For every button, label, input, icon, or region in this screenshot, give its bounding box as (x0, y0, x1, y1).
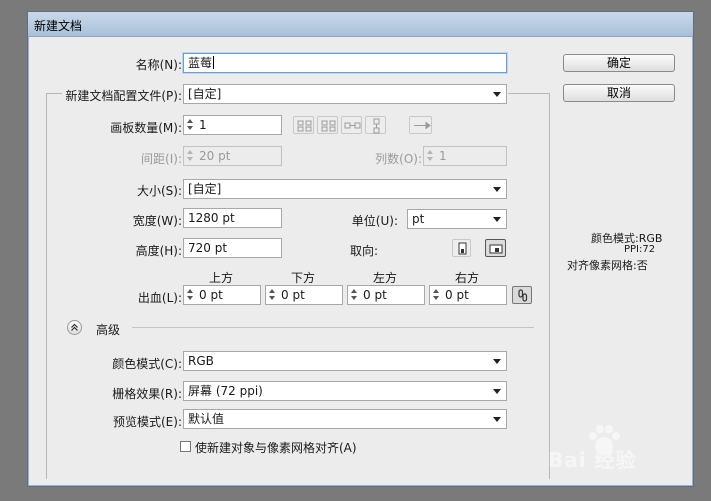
align-pixel-grid-checkbox[interactable] (180, 441, 191, 452)
width-input[interactable]: 1280 pt (183, 208, 282, 228)
raster-effects-select[interactable]: 屏幕 (72 ppi) (183, 381, 507, 401)
bleed-right-input[interactable]: 0 pt (429, 285, 507, 305)
columns-label: 列数(O): (375, 152, 422, 166)
spinner-icon[interactable] (186, 116, 196, 134)
height-value: 720 pt (188, 241, 228, 255)
bleed-top-value: 0 pt (199, 288, 223, 302)
preview-mode-select[interactable]: 默认值 (183, 409, 507, 429)
spacing-input[interactable]: 20 pt (183, 146, 282, 166)
columns-value: 1 (439, 149, 447, 163)
collapse-advanced-icon[interactable] (67, 320, 82, 335)
info-align-grid: 对齐像素网格:否 (567, 259, 648, 272)
portrait-icon[interactable] (452, 239, 471, 257)
size-value: [自定] (188, 182, 222, 196)
chevron-down-icon (493, 359, 501, 364)
grid-by-row-icon[interactable] (293, 116, 314, 134)
color-mode-value: RGB (188, 354, 214, 368)
height-label: 高度(H): (135, 244, 182, 258)
spinner-icon[interactable] (268, 286, 278, 304)
chevron-down-icon (493, 417, 501, 422)
height-input[interactable]: 720 pt (183, 238, 282, 258)
bleed-top-input[interactable]: 0 pt (183, 285, 261, 305)
name-label: 名称(N): (135, 58, 182, 72)
align-pixel-grid-label: 使新建对象与像素网格对齐(A) (195, 441, 357, 455)
artboards-label: 画板数量(M): (110, 121, 182, 135)
arrange-by-column-icon[interactable] (365, 116, 386, 134)
chevron-down-icon (493, 92, 501, 97)
bleed-right-label: 右方 (455, 271, 480, 285)
advanced-label: 高级 (96, 323, 121, 337)
window-title: 新建文档 (34, 19, 83, 33)
chevron-down-icon (493, 217, 501, 222)
spinner-icon[interactable] (186, 147, 196, 165)
profile-select[interactable]: [自定] (183, 84, 507, 104)
name-input[interactable]: 蓝莓 (183, 53, 507, 73)
size-select[interactable]: [自定] (183, 179, 507, 199)
spinner-icon[interactable] (350, 286, 360, 304)
orientation-label: 取向: (350, 244, 379, 258)
cancel-button[interactable]: 取消 (563, 84, 675, 102)
info-ppi: PPI:72 (624, 244, 656, 255)
bleed-bottom-input[interactable]: 0 pt (265, 285, 343, 305)
bleed-bottom-label: 下方 (291, 271, 316, 285)
artboards-input[interactable]: 1 (183, 115, 282, 135)
profile-label: 新建文档配置文件(P): (65, 89, 182, 103)
units-select[interactable]: pt (407, 209, 507, 229)
spinner-icon[interactable] (186, 286, 196, 304)
width-value: 1280 pt (188, 211, 235, 225)
link-bleed-icon[interactable] (512, 286, 532, 304)
preview-mode-value: 默认值 (188, 412, 225, 426)
width-label: 宽度(W): (132, 214, 182, 228)
artboards-value: 1 (199, 118, 207, 132)
bleed-left-input[interactable]: 0 pt (347, 285, 425, 305)
columns-input[interactable]: 1 (423, 146, 507, 166)
units-label: 单位(U): (351, 214, 398, 228)
landscape-icon[interactable] (485, 239, 506, 257)
chevron-down-icon (493, 187, 501, 192)
name-value: 蓝莓 (188, 56, 213, 70)
spacing-label: 间距(I): (141, 152, 182, 166)
change-to-rtl-icon[interactable] (409, 116, 432, 134)
baidu-jingyan-watermark: Bai 经验 (544, 424, 684, 474)
units-value: pt (412, 212, 425, 226)
bleed-top-label: 上方 (209, 271, 234, 285)
color-mode-select[interactable]: RGB (183, 351, 507, 371)
ok-button[interactable]: 确定 (563, 54, 675, 72)
title-bar: 新建文档 (28, 12, 693, 37)
new-document-dialog: 新建文档 确定 取消 颜色模式:RGB PPI:72 对齐像素网格:否 名称(N… (27, 11, 694, 487)
chevron-down-icon (493, 389, 501, 394)
preview-mode-label: 预览模式(E): (113, 415, 182, 429)
bleed-left-label: 左方 (373, 271, 398, 285)
color-mode-label: 颜色模式(C): (112, 357, 182, 371)
raster-effects-value: 屏幕 (72 ppi) (188, 384, 263, 398)
spacing-value: 20 pt (199, 149, 231, 163)
spinner-icon[interactable] (426, 147, 436, 165)
raster-effects-label: 栅格效果(R): (112, 387, 182, 401)
profile-value: [自定] (188, 87, 222, 101)
spinner-icon[interactable] (432, 286, 442, 304)
bleed-right-value: 0 pt (445, 288, 469, 302)
arrange-by-row-icon[interactable] (341, 116, 362, 134)
bleed-left-value: 0 pt (363, 288, 387, 302)
bleed-bottom-value: 0 pt (281, 288, 305, 302)
grid-by-column-icon[interactable] (317, 116, 338, 134)
bleed-label: 出血(L): (137, 291, 182, 305)
size-label: 大小(S): (136, 184, 182, 198)
